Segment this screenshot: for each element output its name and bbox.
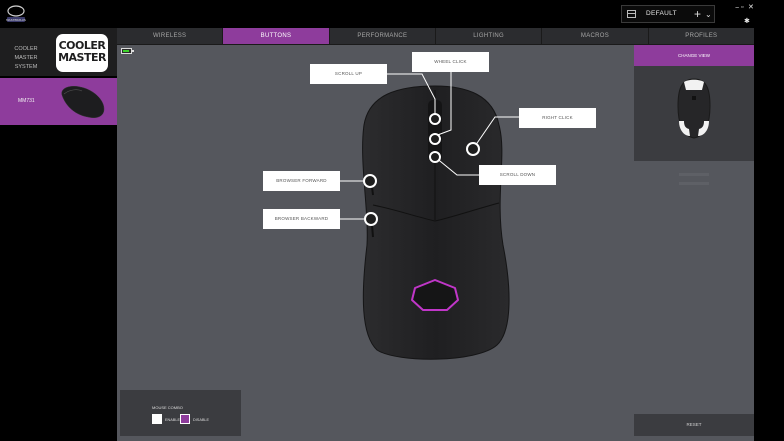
add-profile-button[interactable]: + (694, 6, 701, 22)
sidebar-item-device[interactable]: MM731 (0, 78, 117, 125)
disable-label: DISABLE (193, 418, 210, 422)
profile-folder-icon (627, 10, 636, 18)
hotspot-scroll-up (429, 113, 441, 125)
tab-bar: WIRELESS BUTTONS PERFORMANCE LIGHTING MA… (117, 28, 754, 45)
tab-wireless[interactable]: WIRELESS (117, 28, 224, 44)
tools-icon[interactable]: ✱ (744, 18, 750, 26)
logo-text-line-2: MASTER (58, 51, 106, 64)
top-bar: MASTERPLUS DEFAULT + ⌄ − ▫ ✕ ✱ (0, 0, 784, 28)
right-click-button[interactable]: RIGHT CLICK (519, 108, 596, 128)
tab-profiles[interactable]: PROFILES (649, 28, 754, 44)
profile-select[interactable]: DEFAULT + ⌄ (621, 5, 715, 23)
tab-macros[interactable]: MACROS (542, 28, 649, 44)
view-panel: CHANGE VIEW (634, 45, 754, 161)
maximize-button[interactable]: ▫ (741, 4, 743, 12)
sidebar-item-label: MM731 (18, 98, 35, 104)
change-view-button[interactable]: CHANGE VIEW (634, 45, 754, 66)
scroll-up-button[interactable]: SCROLL UP (310, 64, 387, 84)
tab-lighting[interactable]: LIGHTING (436, 28, 543, 44)
sidebar-item-label: COOLER MASTER SYSTEM (14, 46, 38, 70)
profile-name: DEFAULT (646, 10, 677, 17)
enable-swatch[interactable] (152, 414, 162, 424)
sidebar-item-system[interactable]: COOLER MASTER SYSTEM COOLER MASTER (0, 28, 117, 76)
scroll-down-button[interactable]: SCROLL DOWN (479, 165, 556, 185)
tab-performance[interactable]: PERFORMANCE (330, 28, 436, 44)
hotspot-wheel-click (429, 133, 441, 145)
mouse-underside-icon (677, 78, 711, 139)
chevron-down-icon[interactable]: ⌄ (705, 7, 712, 23)
mouse-combo-panel: MOUSE COMBO ENABLE DISABLE (120, 390, 241, 436)
faded-panel-area (634, 170, 754, 192)
browser-forward-button[interactable]: BROWSER FORWARD (263, 171, 340, 191)
enable-label: ENABLE (165, 418, 180, 422)
cooler-master-logo: COOLER MASTER (56, 34, 108, 72)
browser-backward-button[interactable]: BROWSER BACKWARD (263, 209, 340, 229)
close-button[interactable]: ✕ (748, 4, 754, 12)
reset-button[interactable]: RESET (634, 414, 754, 436)
hotspot-browser-backward (364, 212, 378, 226)
disable-swatch[interactable] (180, 414, 190, 424)
mouse-combo-title: MOUSE COMBO (152, 405, 183, 410)
masterplus-logo-icon: MASTERPLUS (6, 5, 26, 22)
mouse-thumbnail-icon (61, 86, 105, 118)
window-edge (754, 28, 784, 441)
wheel-click-button[interactable]: WHEEL CLICK (412, 52, 489, 72)
sidebar: COOLER MASTER SYSTEM COOLER MASTER MM731 (0, 28, 117, 441)
minimize-button[interactable]: − (735, 5, 739, 13)
tab-buttons[interactable]: BUTTONS (223, 28, 330, 44)
hotspot-right-click (466, 142, 480, 156)
hotspot-scroll-down (429, 151, 441, 163)
hotspot-browser-forward (363, 174, 377, 188)
svg-text:MASTERPLUS: MASTERPLUS (6, 18, 26, 22)
